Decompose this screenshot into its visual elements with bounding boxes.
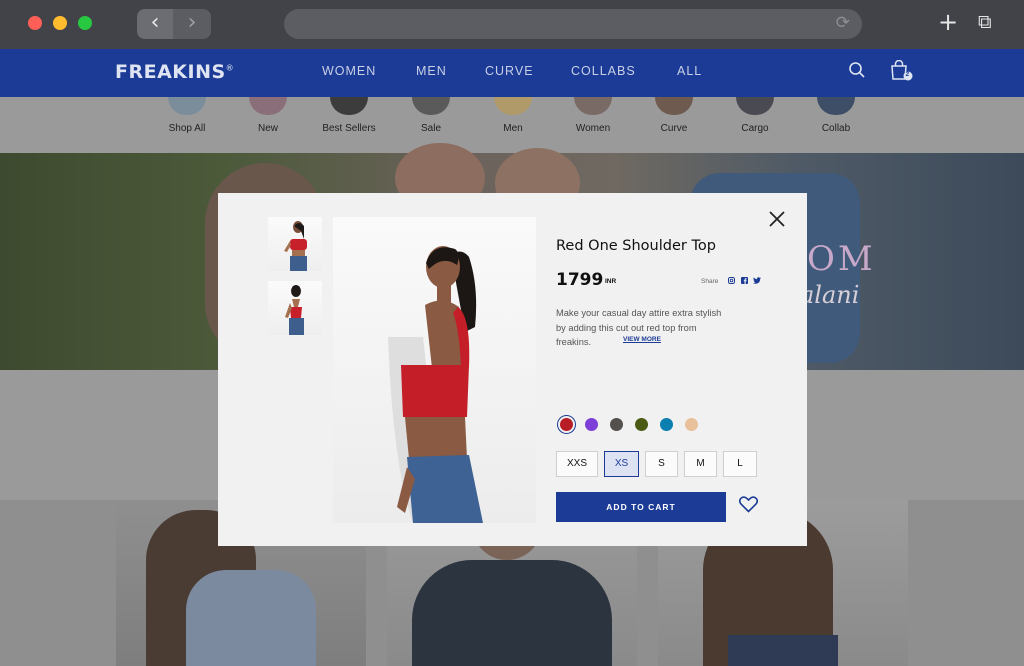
- color-swatch-purple[interactable]: [585, 418, 598, 431]
- size-option-l[interactable]: L: [723, 451, 757, 477]
- forward-icon[interactable]: ›: [174, 9, 210, 39]
- search-icon[interactable]: [848, 61, 866, 84]
- back-icon[interactable]: ‹: [137, 9, 173, 39]
- cart-count-badge: 2: [905, 71, 910, 78]
- category-cargo[interactable]: Cargo: [715, 97, 795, 134]
- category-sale[interactable]: Sale: [391, 97, 471, 134]
- color-swatch-charcoal[interactable]: [610, 418, 623, 431]
- product-title: Red One Shoulder Top: [556, 238, 716, 254]
- minimize-window-button[interactable]: [53, 16, 67, 30]
- category-thumb: [249, 97, 287, 115]
- plus-icon[interactable]: +: [938, 8, 958, 36]
- category-strip: Shop All New Best Sellers Sale Men Women…: [0, 97, 1024, 153]
- color-swatch-olive[interactable]: [635, 418, 648, 431]
- logo-text: FREAKINS: [115, 61, 226, 83]
- card-garment: [412, 560, 612, 666]
- category-label: Women: [575, 123, 611, 134]
- category-men[interactable]: Men: [473, 97, 553, 134]
- share-label: Share: [701, 278, 719, 285]
- nav-curve[interactable]: CURVE: [485, 64, 534, 78]
- size-option-xs[interactable]: XS: [604, 451, 639, 477]
- heart-icon[interactable]: [738, 496, 759, 518]
- close-window-button[interactable]: [28, 16, 42, 30]
- instagram-icon[interactable]: [728, 277, 735, 286]
- category-thumb: [494, 97, 532, 115]
- twitter-icon[interactable]: [753, 277, 761, 286]
- site-logo[interactable]: FREAKINS®: [115, 61, 234, 83]
- hero-headline: OM: [807, 239, 876, 279]
- view-more-link[interactable]: VIEW MORE: [623, 336, 661, 343]
- nav-men[interactable]: MEN: [416, 64, 447, 78]
- nav-collabs[interactable]: COLLABS: [571, 64, 636, 78]
- category-thumb: [574, 97, 612, 115]
- category-label: Shop All: [168, 123, 206, 134]
- nav-all[interactable]: ALL: [677, 64, 702, 78]
- facebook-icon[interactable]: [741, 277, 748, 286]
- price-currency: INR: [605, 278, 617, 285]
- quick-view-modal: Red One Shoulder Top 1799 INR Share Make…: [218, 193, 807, 546]
- category-label: Men: [503, 123, 523, 134]
- browser-toolbar: ‹ › ⟳ + ⧉: [0, 0, 1024, 49]
- card-garment: [186, 570, 316, 666]
- category-thumb: [655, 97, 693, 115]
- category-label: Sale: [420, 123, 441, 134]
- size-option-m[interactable]: M: [684, 451, 717, 477]
- cart-icon[interactable]: 2: [890, 59, 916, 87]
- category-thumb: [412, 97, 450, 115]
- history-buttons: ‹ ›: [137, 9, 211, 39]
- product-main-image[interactable]: [333, 217, 536, 523]
- thumbnail-back[interactable]: [268, 281, 322, 335]
- nav-women[interactable]: WOMEN: [322, 64, 376, 78]
- category-label: Collab: [821, 123, 851, 134]
- registered-mark: ®: [225, 63, 235, 73]
- thumbnail-front[interactable]: [268, 217, 322, 271]
- category-thumb: [168, 97, 206, 115]
- category-label: Best Sellers: [322, 123, 376, 134]
- category-label: Curve: [660, 123, 688, 134]
- product-price: 1799: [556, 270, 604, 290]
- category-thumb: [817, 97, 855, 115]
- card-garment: [728, 635, 838, 666]
- site-header: FREAKINS® WOMEN MEN CURVE COLLABS ALL 2: [0, 49, 1024, 97]
- category-curve[interactable]: Curve: [634, 97, 714, 134]
- zoom-window-button[interactable]: [78, 16, 92, 30]
- color-swatch-beige[interactable]: [685, 418, 698, 431]
- color-swatch-red[interactable]: [560, 418, 573, 431]
- category-new[interactable]: New: [228, 97, 308, 134]
- tabs-icon[interactable]: ⧉: [978, 11, 992, 33]
- address-bar[interactable]: ⟳: [284, 9, 862, 39]
- category-label: Cargo: [741, 123, 769, 134]
- category-label: New: [257, 123, 278, 134]
- size-option-s[interactable]: S: [645, 451, 678, 477]
- close-icon[interactable]: [766, 208, 788, 235]
- category-best-sellers[interactable]: Best Sellers: [309, 97, 389, 134]
- add-to-cart-button[interactable]: ADD TO CART: [556, 492, 726, 522]
- size-option-xxs[interactable]: XXS: [556, 451, 598, 477]
- category-shop-all[interactable]: Shop All: [147, 97, 227, 134]
- category-collab[interactable]: Collab: [796, 97, 876, 134]
- category-thumb: [330, 97, 368, 115]
- hero-subheadline: alani: [800, 281, 860, 309]
- category-women[interactable]: Women: [553, 97, 633, 134]
- color-swatch-blue[interactable]: [660, 418, 673, 431]
- category-thumb: [736, 97, 774, 115]
- reload-icon[interactable]: ⟳: [836, 13, 850, 33]
